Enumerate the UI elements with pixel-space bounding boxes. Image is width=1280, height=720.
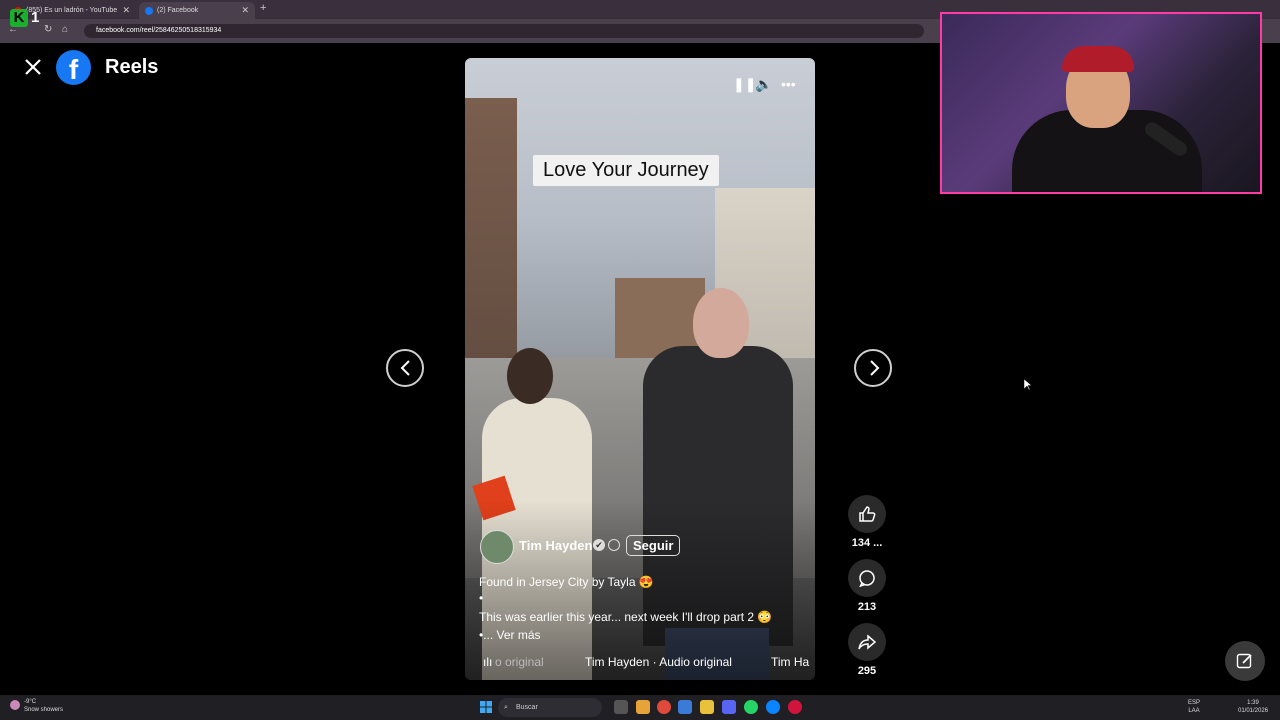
new-tab-button[interactable]: +	[260, 2, 266, 14]
search-placeholder: Buscar	[516, 704, 538, 711]
like-button[interactable]	[848, 495, 886, 533]
app-icon[interactable]	[678, 700, 692, 714]
caption-line: This was earlier this year... next week …	[479, 610, 773, 624]
share-icon	[858, 634, 876, 650]
thumbs-up-icon	[859, 506, 876, 522]
lang-layout: LAA	[1188, 708, 1200, 714]
volume-icon[interactable]: 🔈	[755, 76, 772, 93]
more-options-icon[interactable]: •••	[781, 76, 796, 92]
audio-text: o original	[495, 655, 544, 669]
caption-line: •	[479, 591, 484, 605]
chrome-icon[interactable]	[657, 700, 671, 714]
avatar[interactable]	[480, 530, 514, 564]
globe-icon	[608, 539, 620, 551]
app-icon[interactable]	[788, 700, 802, 714]
url-input[interactable]: facebook.com/reel/2584625051831593​4	[84, 24, 924, 38]
share-button[interactable]	[848, 623, 886, 661]
language-indicator[interactable]: ESP LAA	[1188, 699, 1200, 715]
folder-icon[interactable]	[700, 700, 714, 714]
author-name[interactable]: Tim Hayden	[519, 538, 592, 553]
comment-icon	[859, 570, 875, 587]
chevron-right-icon	[870, 360, 880, 376]
weather-temp: -9°C	[24, 699, 37, 705]
badge-number: 1	[31, 9, 40, 26]
close-icon[interactable]	[22, 56, 44, 78]
audio-wave-icon: ılı	[483, 655, 493, 669]
stream-overlay-badge: K 1	[10, 9, 46, 29]
audio-ticker[interactable]: ılı o original Tim Hayden · Audio origin…	[465, 652, 815, 672]
next-reel-button[interactable]	[854, 349, 892, 387]
windows-taskbar: -9°C Snow showers ⌕ Buscar ESP LAA 1:39 …	[0, 695, 1280, 720]
facebook-logo[interactable]: f	[56, 50, 91, 85]
reel-video[interactable]: Love Your Journey ❚❚ 🔈 ••• Tim Hayden ✔ …	[465, 58, 815, 680]
audio-text: Tim Ha	[771, 655, 810, 669]
caption-line: Found in Jersey City by Tayla 😍	[479, 575, 654, 589]
clock-date: 01/01/2026	[1238, 708, 1269, 714]
k-logo: K	[10, 9, 28, 27]
see-more-link[interactable]: •... Ver más	[479, 628, 541, 642]
comment-button[interactable]	[848, 559, 886, 597]
follow-button[interactable]: Seguir	[626, 535, 681, 556]
close-tab-icon[interactable]: ✕	[122, 5, 130, 16]
share-count: 295	[857, 665, 877, 677]
weather-icon	[10, 700, 20, 710]
taskbar-search[interactable]: ⌕ Buscar	[498, 698, 602, 717]
url-text: facebook.com/reel/2584625051831593​4	[96, 27, 222, 34]
tab-facebook[interactable]: (2) Facebook ✕	[139, 2, 255, 19]
file-explorer-icon[interactable]	[636, 700, 650, 714]
page-title: Reels	[105, 56, 159, 78]
mouse-cursor-icon	[1024, 379, 1032, 391]
clock[interactable]: 1:39 01/01/2026	[1238, 699, 1268, 715]
close-tab-icon[interactable]: ✕	[241, 5, 249, 16]
windows-start-icon[interactable]	[480, 701, 492, 713]
weather-widget[interactable]: -9°C Snow showers	[24, 698, 63, 714]
comment-count: 213	[857, 601, 877, 613]
chevron-left-icon	[400, 360, 410, 376]
facebook-icon	[145, 6, 153, 15]
task-view-icon[interactable]	[614, 700, 628, 714]
whatsapp-icon[interactable]	[744, 700, 758, 714]
audio-text: Tim Hayden · Audio original	[585, 655, 732, 669]
pause-icon[interactable]: ❚❚	[733, 76, 756, 93]
search-icon: ⌕	[504, 704, 508, 711]
like-count: 134 ...	[851, 537, 883, 549]
verified-badge-icon: ✔	[593, 539, 605, 551]
lang-code: ESP	[1188, 700, 1201, 706]
tab-label: (2) Facebook	[157, 7, 199, 14]
discord-icon[interactable]	[722, 700, 736, 714]
edge-icon[interactable]	[766, 700, 780, 714]
create-post-button[interactable]	[1225, 641, 1265, 681]
webcam-overlay	[940, 12, 1262, 194]
clock-time: 1:39	[1247, 700, 1259, 706]
previous-reel-button[interactable]	[386, 349, 424, 387]
video-overlay-text: Love Your Journey	[533, 155, 719, 186]
home-icon[interactable]: ⌂	[62, 24, 68, 35]
edit-icon	[1236, 653, 1252, 669]
weather-desc: Snow showers	[24, 707, 64, 713]
